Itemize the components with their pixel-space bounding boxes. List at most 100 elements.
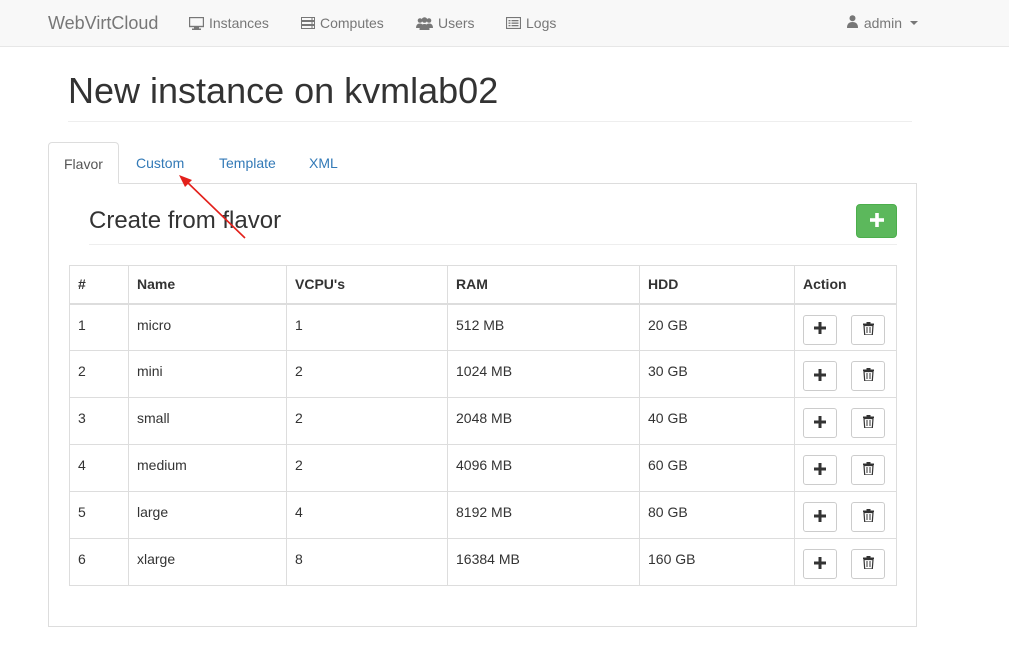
table-row: 5 large 4 8192 MB 80 GB bbox=[69, 491, 897, 539]
plus-icon bbox=[814, 556, 826, 572]
plus-icon bbox=[814, 322, 826, 337]
cell-number: 1 bbox=[69, 303, 129, 351]
cell-vcpus: 2 bbox=[286, 350, 448, 398]
cell-name: large bbox=[128, 491, 287, 539]
cell-number: 6 bbox=[69, 538, 129, 586]
create-from-flavor-button[interactable] bbox=[803, 361, 837, 391]
cell-ram: 512 MB bbox=[447, 303, 640, 351]
cell-number: 3 bbox=[69, 397, 129, 445]
table-row: 4 medium 2 4096 MB 60 GB bbox=[69, 444, 897, 492]
create-from-flavor-button[interactable] bbox=[803, 549, 837, 579]
list-icon bbox=[506, 17, 521, 29]
cell-action bbox=[794, 491, 897, 539]
cell-vcpus: 1 bbox=[286, 303, 448, 351]
cell-name: medium bbox=[128, 444, 287, 492]
delete-flavor-button[interactable] bbox=[851, 408, 885, 438]
cell-vcpus: 2 bbox=[286, 444, 448, 492]
cell-name: xlarge bbox=[128, 538, 287, 586]
cell-hdd: 20 GB bbox=[639, 303, 795, 351]
flavors-table: # Name VCPU's RAM HDD Action 1 micro 1 5… bbox=[69, 265, 897, 586]
cell-number: 5 bbox=[69, 491, 129, 539]
col-header-number: # bbox=[69, 265, 129, 305]
cell-number: 4 bbox=[69, 444, 129, 492]
cell-ram: 8192 MB bbox=[447, 491, 640, 539]
cell-action bbox=[794, 350, 897, 398]
page-title: New instance on kvmlab02 bbox=[68, 70, 499, 111]
trash-icon bbox=[862, 556, 874, 572]
plus-icon bbox=[814, 368, 826, 384]
create-from-flavor-button[interactable] bbox=[803, 408, 837, 438]
plus-icon bbox=[814, 415, 826, 431]
nav-instances-label: Instances bbox=[209, 15, 269, 31]
cell-number: 2 bbox=[69, 350, 129, 398]
table-row: 6 xlarge 8 16384 MB 160 GB bbox=[69, 538, 897, 586]
monitor-icon bbox=[189, 16, 204, 30]
tab-template[interactable]: Template bbox=[204, 142, 291, 184]
user-menu-label: admin bbox=[863, 15, 902, 31]
cell-vcpus: 4 bbox=[286, 491, 448, 539]
user-icon bbox=[846, 15, 858, 31]
tab-custom[interactable]: Custom bbox=[121, 142, 199, 184]
cell-ram: 4096 MB bbox=[447, 444, 640, 492]
users-icon bbox=[416, 16, 433, 30]
cell-name: micro bbox=[128, 303, 287, 351]
col-header-ram: RAM bbox=[447, 265, 640, 305]
trash-icon bbox=[862, 321, 874, 338]
cell-action bbox=[794, 538, 897, 586]
cell-vcpus: 2 bbox=[286, 397, 448, 445]
delete-flavor-button[interactable] bbox=[851, 502, 885, 532]
col-header-hdd: HDD bbox=[639, 265, 795, 305]
trash-icon bbox=[862, 509, 874, 525]
nav-users-label: Users bbox=[438, 15, 475, 31]
brand-link[interactable]: WebVirtCloud bbox=[48, 13, 158, 34]
table-header-row: # Name VCPU's RAM HDD Action bbox=[69, 265, 897, 305]
cell-ram: 2048 MB bbox=[447, 397, 640, 445]
cell-hdd: 40 GB bbox=[639, 397, 795, 445]
cell-action bbox=[794, 303, 897, 351]
create-from-flavor-button[interactable] bbox=[803, 455, 837, 485]
plus-icon bbox=[814, 462, 826, 478]
delete-flavor-button[interactable] bbox=[851, 361, 885, 391]
cell-vcpus: 8 bbox=[286, 538, 448, 586]
cell-action bbox=[794, 397, 897, 445]
tab-flavor[interactable]: Flavor bbox=[48, 142, 119, 184]
cell-ram: 16384 MB bbox=[447, 538, 640, 586]
col-header-name: Name bbox=[128, 265, 287, 305]
col-header-vcpus: VCPU's bbox=[286, 265, 448, 305]
cell-name: small bbox=[128, 397, 287, 445]
trash-icon bbox=[862, 415, 874, 431]
top-navbar: WebVirtCloud Instances Computes Users Lo… bbox=[0, 0, 1009, 47]
cell-hdd: 60 GB bbox=[639, 444, 795, 492]
cell-hdd: 30 GB bbox=[639, 350, 795, 398]
nav-logs[interactable]: Logs bbox=[506, 15, 556, 31]
nav-computes[interactable]: Computes bbox=[301, 15, 384, 31]
delete-flavor-button[interactable] bbox=[851, 549, 885, 579]
user-menu[interactable]: admin bbox=[846, 15, 918, 31]
table-row: 2 mini 2 1024 MB 30 GB bbox=[69, 350, 897, 398]
table-row: 1 micro 1 512 MB 20 GB bbox=[69, 303, 897, 351]
nav-users[interactable]: Users bbox=[416, 15, 475, 31]
nav-instances[interactable]: Instances bbox=[189, 15, 269, 31]
panel-title: Create from flavor bbox=[89, 207, 282, 234]
cell-hdd: 160 GB bbox=[639, 538, 795, 586]
trash-icon bbox=[862, 462, 874, 478]
add-flavor-button[interactable] bbox=[856, 204, 897, 238]
cell-action bbox=[794, 444, 897, 492]
trash-icon bbox=[862, 368, 874, 384]
tab-xml[interactable]: XML bbox=[294, 142, 353, 184]
cell-ram: 1024 MB bbox=[447, 350, 640, 398]
create-from-flavor-button[interactable] bbox=[803, 314, 837, 345]
cell-hdd: 80 GB bbox=[639, 491, 795, 539]
title-divider bbox=[68, 121, 912, 122]
nav-computes-label: Computes bbox=[320, 15, 384, 31]
panel-title-divider bbox=[89, 244, 897, 245]
nav-logs-label: Logs bbox=[526, 15, 557, 31]
plus-icon bbox=[814, 509, 826, 525]
delete-flavor-button[interactable] bbox=[851, 455, 885, 485]
plus-icon bbox=[869, 212, 884, 230]
col-header-action: Action bbox=[794, 265, 897, 305]
create-from-flavor-button[interactable] bbox=[803, 502, 837, 532]
delete-flavor-button[interactable] bbox=[851, 314, 885, 345]
caret-down-icon bbox=[910, 21, 918, 25]
cell-name: mini bbox=[128, 350, 287, 398]
